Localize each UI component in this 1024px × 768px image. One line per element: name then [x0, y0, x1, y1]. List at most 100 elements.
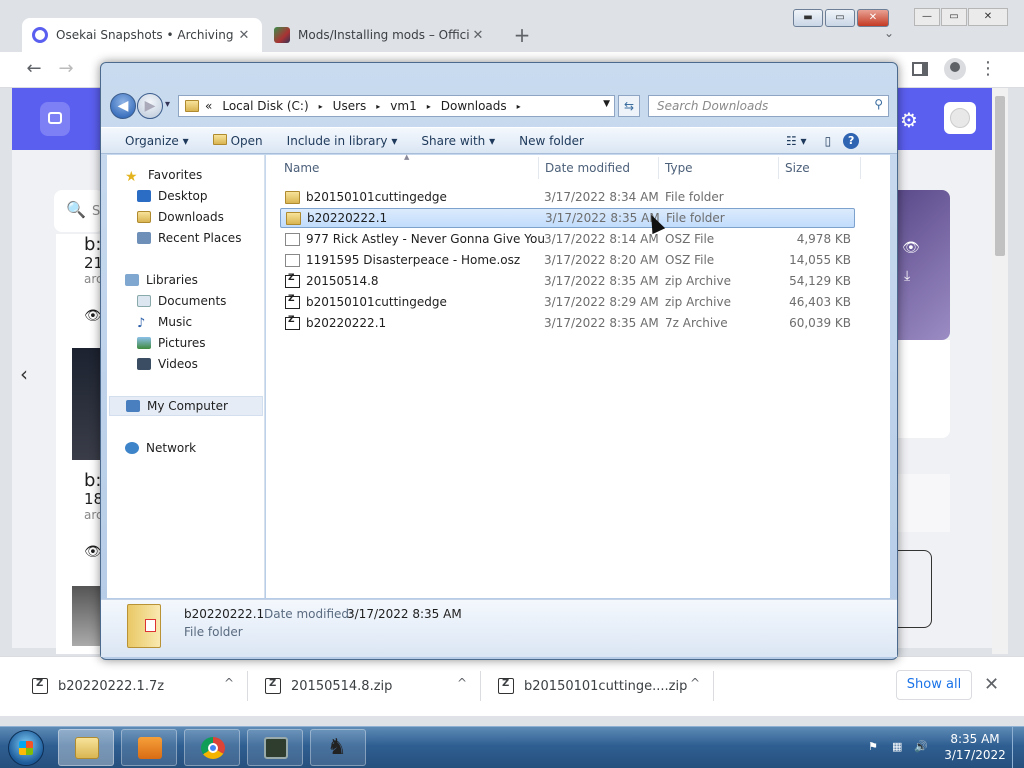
crumb-downloads[interactable]: Downloads: [441, 99, 507, 113]
file-name: b20220222.1: [307, 211, 388, 225]
snapshot-card-panel: [896, 340, 950, 438]
file-row[interactable]: b20220222.1 3/17/2022 8:35 AM 7z Archive…: [280, 313, 855, 333]
open-button[interactable]: Open: [212, 133, 263, 148]
forward-arrow-icon[interactable]: ▶: [137, 93, 163, 119]
settings-gear-icon[interactable]: ⚙: [900, 108, 918, 132]
flag-icon[interactable]: ⚑: [868, 740, 882, 754]
snapshot-thumbnail[interactable]: [72, 586, 102, 646]
organize-menu[interactable]: Organize ▾: [125, 134, 189, 148]
crumb-users[interactable]: Users: [333, 99, 367, 113]
new-folder-button[interactable]: New folder: [519, 134, 584, 148]
file-row[interactable]: 977 Rick Astley - Never Gonna Give You .…: [280, 229, 855, 249]
download-icon[interactable]: ⤓: [904, 268, 910, 284]
file-name: 20150514.8: [306, 274, 379, 288]
side-panel-icon[interactable]: [912, 62, 928, 76]
file-row-selected[interactable]: b20220222.1 3/17/2022 8:35 AM File folde…: [280, 208, 855, 228]
system-clock[interactable]: 8:35 AM 3/17/2022: [940, 731, 1010, 763]
view-options-icon[interactable]: ☷ ▾: [786, 134, 807, 148]
column-size[interactable]: Size: [785, 161, 810, 175]
taskbar-media-player[interactable]: [121, 729, 177, 766]
file-row[interactable]: b20150101cuttingedge 3/17/2022 8:34 AM F…: [280, 187, 855, 207]
forward-button[interactable]: →: [54, 58, 78, 82]
snapshot-thumbnail[interactable]: [72, 348, 102, 460]
close-shelf-icon[interactable]: ✕: [984, 674, 1002, 696]
crumb-separator-icon[interactable]: ▸: [427, 102, 431, 111]
start-button[interactable]: [8, 730, 44, 766]
snapshot-banner-image: [896, 190, 950, 340]
outlined-button[interactable]: [896, 550, 932, 628]
nav-network[interactable]: Network: [125, 438, 283, 458]
file-type: 7z Archive: [665, 316, 728, 330]
details-type: File folder: [184, 625, 243, 639]
browser-minimize-button[interactable]: —: [914, 8, 940, 26]
scrollbar-thumb[interactable]: [995, 96, 1005, 256]
show-desktop-button[interactable]: [1012, 727, 1024, 768]
network-status-icon[interactable]: ▦: [892, 740, 906, 754]
file-row[interactable]: 1191595 Disasterpeace - Home.osz 3/17/20…: [280, 250, 855, 270]
folder-icon: [212, 133, 227, 145]
taskbar-explorer[interactable]: [58, 729, 114, 766]
column-date-modified[interactable]: Date modified: [545, 161, 630, 175]
tab-close-icon[interactable]: ✕: [236, 28, 252, 43]
taskbar-terminal[interactable]: [247, 729, 303, 766]
taskbar-chrome[interactable]: [184, 729, 240, 766]
carousel-prev-icon[interactable]: ‹: [20, 362, 28, 386]
nav-my-computer[interactable]: My Computer: [109, 396, 263, 416]
tab-search-button[interactable]: ⌄: [884, 26, 894, 40]
crumb-separator-icon[interactable]: ▸: [517, 102, 521, 111]
browser-maximize-button[interactable]: ▭: [941, 8, 967, 26]
chrome-menu-button[interactable]: ⋮: [976, 58, 1000, 82]
column-type[interactable]: Type: [665, 161, 693, 175]
back-button[interactable]: ←: [22, 58, 46, 82]
download-item[interactable]: 20150514.8.zip ^: [233, 657, 481, 715]
back-arrow-icon[interactable]: ◀: [110, 93, 136, 119]
view-eye-icon[interactable]: 👁: [902, 240, 920, 256]
recent-pages-dropdown[interactable]: ▾: [165, 99, 170, 110]
terminal-icon: [264, 737, 288, 759]
search-downloads-input[interactable]: Search Downloads ⚲: [648, 95, 889, 117]
crumb-local-disk[interactable]: Local Disk (C:): [222, 99, 308, 113]
user-avatar[interactable]: [944, 102, 976, 134]
archive-icon: [285, 315, 300, 330]
refresh-icon[interactable]: ⇆: [618, 95, 640, 117]
tab-mods-installing[interactable]: Mods/Installing mods – Official M ✕: [264, 18, 496, 52]
crumb-separator-icon[interactable]: ▸: [319, 102, 323, 111]
explorer-close-button[interactable]: ✕: [857, 9, 889, 27]
help-icon[interactable]: ?: [843, 132, 860, 149]
crumb-separator-icon[interactable]: ▸: [376, 102, 380, 111]
address-overflow[interactable]: «: [205, 99, 212, 113]
address-bar[interactable]: « Local Disk (C:) ▸ Users ▸ vm1 ▸ Downlo…: [178, 95, 615, 117]
address-dropdown-icon[interactable]: ▼: [603, 99, 610, 109]
file-row[interactable]: b20150101cuttingedge 3/17/2022 8:29 AM z…: [280, 292, 855, 312]
new-tab-button[interactable]: +: [510, 24, 534, 48]
taskbar-chess[interactable]: ♞: [310, 729, 366, 766]
card2-title: b:: [84, 470, 102, 491]
explorer-minimize-button[interactable]: ▬: [793, 9, 823, 27]
file-date: 3/17/2022 8:34 AM: [544, 190, 659, 204]
folder-icon: [75, 737, 99, 759]
tab-osekai[interactable]: Osekai Snapshots • Archiving osu ✕: [22, 18, 262, 52]
download-item[interactable]: b20150101cuttinge....zip ^: [466, 657, 714, 715]
folder-preview-icon: [127, 604, 161, 648]
show-all-button[interactable]: Show all: [896, 670, 972, 700]
preview-pane-icon[interactable]: ▯: [825, 134, 832, 148]
tab-close-icon[interactable]: ✕: [470, 28, 486, 43]
column-name[interactable]: Name: [284, 161, 319, 175]
crumb-vm1[interactable]: vm1: [390, 99, 416, 113]
snapshots-app-icon[interactable]: [40, 102, 70, 136]
tab-title: Mods/Installing mods – Official M: [298, 28, 470, 42]
volume-icon[interactable]: 🔊: [914, 740, 928, 754]
include-in-library-menu[interactable]: Include in library ▾: [287, 134, 398, 148]
chevron-up-icon[interactable]: ^: [690, 676, 700, 690]
profile-avatar[interactable]: [944, 58, 966, 80]
browser-close-button[interactable]: ✕: [968, 8, 1008, 26]
search-placeholder: Search Downloads: [657, 99, 769, 113]
nav-favorites[interactable]: ★ Favorites: [125, 165, 283, 185]
file-date: 3/17/2022 8:35 AM: [544, 274, 659, 288]
share-with-menu[interactable]: Share with ▾: [421, 134, 495, 148]
download-item[interactable]: b20220222.1.7z ^: [0, 657, 248, 715]
explorer-maximize-button[interactable]: ▭: [825, 9, 855, 27]
nav-libraries[interactable]: Libraries: [125, 270, 283, 290]
file-date: 3/17/2022 8:35 AM: [544, 316, 659, 330]
file-row[interactable]: 20150514.8 3/17/2022 8:35 AM zip Archive…: [280, 271, 855, 291]
